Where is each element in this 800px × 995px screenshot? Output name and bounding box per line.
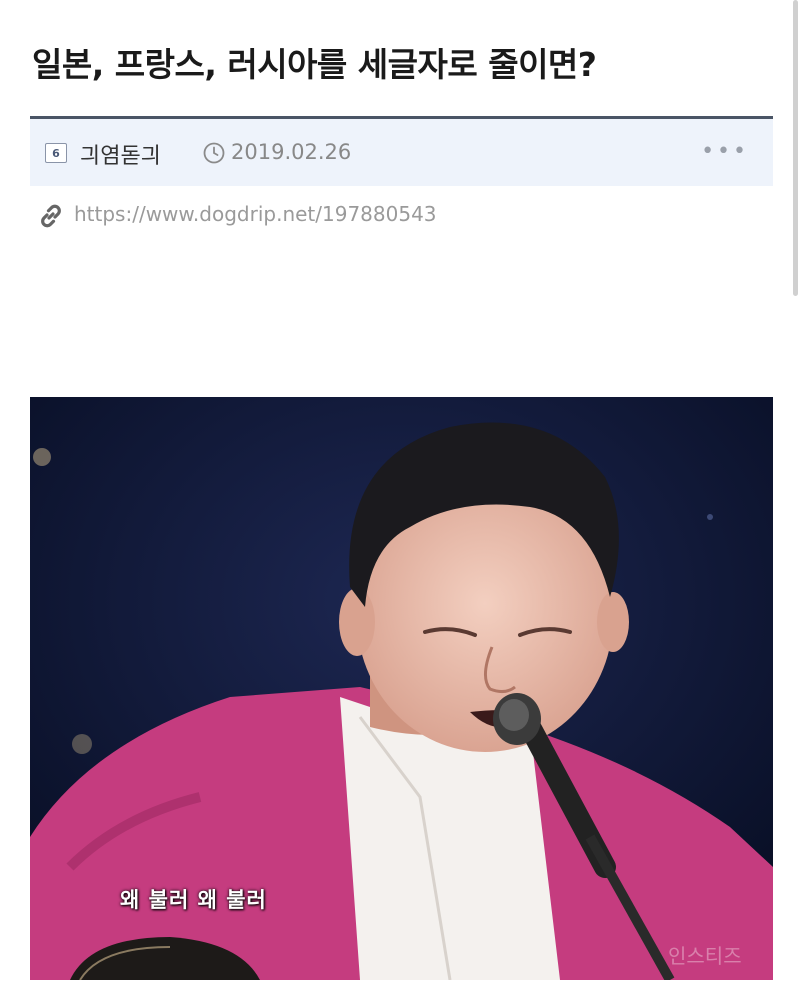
more-options-icon[interactable]: ••• bbox=[701, 139, 749, 164]
scrollbar[interactable] bbox=[793, 0, 798, 296]
bottom-spacer bbox=[0, 980, 800, 995]
post-image: 왜 불러 왜 불러 인스티즈 bbox=[30, 397, 773, 980]
post-title: 일본, 프랑스, 러시아를 세글자로 줄이면? bbox=[32, 45, 597, 84]
link-icon bbox=[41, 204, 61, 228]
post-date: 2019.02.26 bbox=[231, 140, 352, 164]
clock-icon bbox=[203, 142, 225, 164]
user-level-badge: 6 bbox=[45, 143, 67, 163]
post-meta-bar: 6 긔염돋긔 2019.02.26 ••• bbox=[30, 116, 773, 186]
video-subtitle: 왜 불러 왜 불러 bbox=[120, 888, 267, 912]
source-url-link[interactable]: https://www.dogdrip.net/197880543 bbox=[74, 202, 437, 226]
author-name[interactable]: 긔염돋긔 bbox=[80, 138, 161, 170]
watermark: 인스티즈 bbox=[668, 944, 742, 968]
